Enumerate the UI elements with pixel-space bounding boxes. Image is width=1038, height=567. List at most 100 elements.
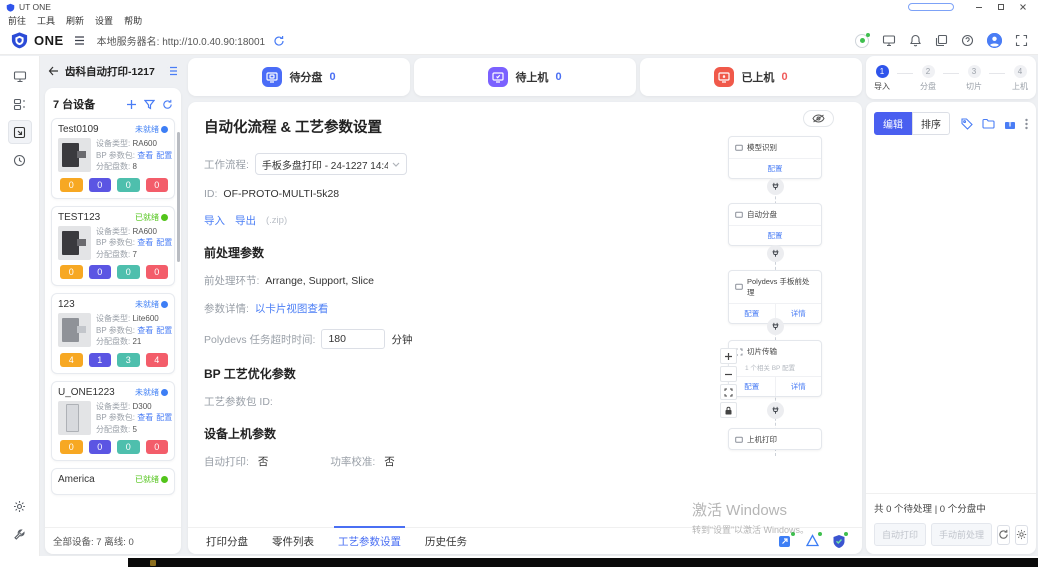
device-card-uone1223[interactable]: U_ONE1223 未就绪 设备类型: D300 BP 参数包: 查看配置 分配… [51,381,175,462]
device-list-scrollbar[interactable] [177,132,180,262]
bp-config-link[interactable]: 配置 [156,413,172,422]
tab-parts-list[interactable]: 零件列表 [270,527,316,555]
titlebar-pill[interactable] [908,3,954,11]
chip-queued[interactable]: 0 [89,440,112,454]
step-import[interactable]: 1导入 [867,65,897,92]
bp-config-link[interactable]: 配置 [156,238,172,247]
cards-stack-icon[interactable] [935,34,948,47]
bp-view-link[interactable]: 查看 [137,238,153,247]
menu-settings[interactable]: 设置 [95,14,113,27]
chip-failed[interactable]: 0 [146,440,169,454]
edit-toggle[interactable]: 编辑 [874,112,912,135]
device-card-123[interactable]: 123 未就绪 设备类型: Lite600 BP 参数包: 查看配置 分配盘数:… [51,293,175,374]
minimize-button[interactable] [968,1,990,13]
shield-status-icon[interactable] [832,534,846,549]
expand-icon[interactable] [1015,34,1028,47]
step-machine[interactable]: 4上机 [1005,65,1035,92]
node-config-link[interactable]: 配置 [729,159,821,178]
hide-canvas-button[interactable] [803,110,834,127]
sort-toggle[interactable]: 排序 [912,112,950,135]
chip-done[interactable]: 0 [117,178,140,192]
workflow-select[interactable]: 手板多盘打印 - 24-1227 14:48... [255,153,407,175]
export-status-icon[interactable] [778,534,793,549]
bp-view-link[interactable]: 查看 [137,326,153,335]
auto-print-button[interactable]: 自动打印 [874,523,926,546]
bp-config-link[interactable]: 配置 [156,326,172,335]
server-refresh-icon[interactable] [273,35,285,47]
chip-pending[interactable]: 4 [60,353,83,367]
chip-pending[interactable]: 0 [60,440,83,454]
filter-icon[interactable] [144,99,155,110]
menu-help[interactable]: 帮助 [124,14,142,27]
help-icon[interactable] [961,34,974,47]
node-slice-transfer[interactable]: 切片传输 1 个相关 BP 配置 配置 详情 [728,340,822,397]
slicer-status-icon[interactable] [805,534,820,548]
refresh-devices-icon[interactable] [162,99,173,110]
chip-pending[interactable]: 0 [60,265,83,279]
notification-bell-icon[interactable] [909,34,922,47]
export-link[interactable]: 导出 [235,213,256,228]
zoom-out-button[interactable] [720,366,737,382]
manual-preprocess-button[interactable]: 手动前处理 [931,523,992,546]
rail-settings-icon[interactable] [8,494,32,518]
kebab-menu-icon[interactable] [1025,118,1028,130]
chip-failed[interactable]: 4 [146,353,169,367]
card-pending-machine[interactable]: 待上机 0 [414,58,636,96]
zoom-in-button[interactable] [720,348,737,364]
bp-config-link[interactable]: 配置 [156,151,172,160]
tab-history[interactable]: 历史任务 [423,527,469,555]
node-config-link[interactable]: 配置 [729,304,775,323]
device-card-america[interactable]: America 已就绪 [51,468,175,495]
card-view-link[interactable]: 以卡片视图查看 [255,301,329,316]
tab-process-params[interactable]: 工艺参数设置 [336,527,403,555]
step-slice[interactable]: 3切片 [959,65,989,92]
chip-queued[interactable]: 0 [89,265,112,279]
rail-tools-icon[interactable] [8,522,32,546]
workflow-list-icon[interactable] [166,66,178,76]
taskbar-app-icon[interactable] [150,560,156,566]
node-config-link[interactable]: 配置 [729,226,821,245]
chip-pending[interactable]: 0 [60,178,83,192]
card-on-machine[interactable]: 已上机 0 [640,58,862,96]
tab-print-plate[interactable]: 打印分盘 [204,527,250,555]
step-plate[interactable]: 2分盘 [913,65,943,92]
rail-workspace-icon[interactable] [8,120,32,144]
bp-view-link[interactable]: 查看 [137,151,153,160]
connection-status-icon[interactable] [855,34,869,48]
menu-goto[interactable]: 前往 [8,14,26,27]
node-polydevs-preprocess[interactable]: Polydevs 手板前处理 配置 详情 [728,270,822,324]
menu-refresh[interactable]: 刷新 [66,14,84,27]
chip-queued[interactable]: 1 [89,353,112,367]
chip-done[interactable]: 0 [117,440,140,454]
chip-failed[interactable]: 0 [146,265,169,279]
node-model-recognition[interactable]: 模型识别 配置 [728,136,822,179]
plate-settings-icon[interactable] [1015,525,1028,545]
flow-canvas[interactable]: 模型识别 配置 自动分盘 配置 Polydevs 手板前 [538,102,862,526]
add-device-icon[interactable] [126,99,137,110]
user-avatar[interactable] [987,33,1002,48]
device-card-test123[interactable]: TEST123 已就绪 设备类型: RA600 BP 参数包: 查看配置 分配盘… [51,206,175,287]
device-card-test0109[interactable]: Test0109 未就绪 设备类型: RA600 BP 参数包: 查看配置 分配… [51,118,175,199]
node-detail-link[interactable]: 详情 [775,377,822,396]
back-button[interactable] [48,66,59,76]
bp-view-link[interactable]: 查看 [137,413,153,422]
tag-icon[interactable] [961,118,973,130]
chip-done[interactable]: 0 [117,265,140,279]
chip-done[interactable]: 3 [117,353,140,367]
menu-tools[interactable]: 工具 [37,14,55,27]
fit-view-button[interactable] [720,384,737,400]
package-upload-icon[interactable] [1004,118,1016,130]
refresh-plates-icon[interactable] [997,525,1010,545]
chip-queued[interactable]: 0 [89,178,112,192]
card-pending-plate[interactable]: 待分盘 0 [188,58,410,96]
server-list-icon[interactable] [74,35,87,46]
chip-failed[interactable]: 0 [146,178,169,192]
rail-tasks-icon[interactable] [8,92,32,116]
maximize-button[interactable] [990,1,1012,13]
close-button[interactable] [1012,1,1034,13]
import-link[interactable]: 导入 [204,213,225,228]
node-auto-plate[interactable]: 自动分盘 配置 [728,203,822,246]
monitor-icon[interactable] [882,34,896,47]
rail-history-icon[interactable] [8,148,32,172]
rail-devices-icon[interactable] [8,64,32,88]
